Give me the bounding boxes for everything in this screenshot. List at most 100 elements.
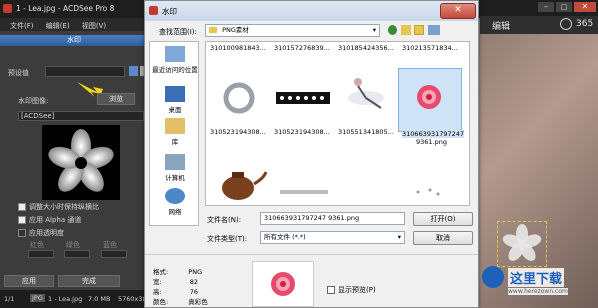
dialog-app-icon xyxy=(149,6,158,15)
file-item-label-selected[interactable]: 9361.png xyxy=(416,138,469,146)
file-thumb[interactable] xyxy=(336,68,394,120)
color-green-label: 绿色 xyxy=(66,241,80,249)
network-icon xyxy=(165,188,185,204)
place-recent[interactable]: 最近访问的位置 xyxy=(150,46,200,74)
blue-input[interactable] xyxy=(101,250,127,258)
filename-label: 文件名(N): xyxy=(207,216,242,224)
preset-select[interactable] xyxy=(45,66,125,77)
divider xyxy=(145,254,478,255)
globe-icon[interactable] xyxy=(560,18,572,30)
place-library[interactable]: 库 xyxy=(150,118,200,146)
open-button[interactable]: 打开(O) xyxy=(413,212,473,226)
file-item-label-selected[interactable]: 310663931797247 xyxy=(402,130,464,138)
library-icon xyxy=(165,118,185,134)
ring-icon xyxy=(223,82,255,114)
look-in-label: 查找范围(I): xyxy=(159,28,197,36)
flower-icon xyxy=(48,129,114,192)
file-item-label[interactable]: 310157276839... xyxy=(274,44,336,52)
filename-input[interactable]: 310663931797247 9361.png xyxy=(260,212,405,225)
file-thumb[interactable] xyxy=(212,154,270,205)
file-thumb[interactable] xyxy=(274,154,332,205)
save-preset-icon[interactable] xyxy=(129,66,138,76)
status-format: JPG xyxy=(30,294,45,302)
up-folder-icon[interactable] xyxy=(401,25,411,35)
new-folder-icon[interactable] xyxy=(414,25,424,35)
recent-icon xyxy=(165,46,185,62)
panel-header: 水印 xyxy=(0,35,148,46)
file-item-label[interactable]: 310100981843... xyxy=(210,44,272,52)
file-thumb[interactable] xyxy=(336,154,394,205)
desktop-icon xyxy=(165,86,185,102)
file-item-label[interactable]: 310551341805... xyxy=(338,128,400,136)
green-input[interactable] xyxy=(64,250,90,258)
menu-edit[interactable]: 编辑(E) xyxy=(46,21,70,31)
rose-icon xyxy=(271,272,295,296)
dialog-close-button[interactable]: ✕ xyxy=(440,3,476,19)
minimize-button[interactable]: – xyxy=(538,2,554,12)
file-thumb[interactable] xyxy=(212,68,270,120)
file-item-label[interactable]: 310185424356... xyxy=(338,44,400,52)
view-menu-icon[interactable] xyxy=(428,25,440,35)
dancer-icon xyxy=(348,78,384,109)
file-item-label[interactable]: 310213571834... xyxy=(402,44,464,52)
chevron-down-icon: ▾ xyxy=(397,233,401,241)
sparkle-icon xyxy=(416,188,440,196)
status-index: 1/1 xyxy=(4,295,15,303)
open-watermark-dialog: 水印 ✕ 查找范围(I): PNG素材 ▾ 最近访问的位置 桌面 库 计算机 网… xyxy=(144,0,479,308)
maximize-button[interactable]: □ xyxy=(556,2,572,12)
file-thumb[interactable] xyxy=(274,68,332,120)
option-keep-aspect[interactable]: 调整大小时保持纵横比 xyxy=(18,202,99,212)
flower-icon xyxy=(502,224,542,261)
look-in-select[interactable]: PNG素材 ▾ xyxy=(205,24,380,37)
status-filename: 1 - Lea.jpg xyxy=(48,295,83,303)
tab-365[interactable]: 365 xyxy=(576,19,593,29)
color-red-label: 红色 xyxy=(30,241,44,249)
show-preview-option[interactable]: 显示预览(P) xyxy=(327,285,376,295)
red-input[interactable] xyxy=(28,250,54,258)
apply-button[interactable]: 应用 xyxy=(4,275,54,287)
back-icon[interactable] xyxy=(388,25,397,35)
watermark-image-label: 水印图像: xyxy=(18,97,49,105)
status-dimensions: 5760x38 xyxy=(118,295,147,303)
lace-icon xyxy=(276,92,330,104)
watermark-selector[interactable]: [ACDSee] xyxy=(18,111,144,121)
close-button[interactable]: ✕ xyxy=(574,2,596,12)
chevron-down-icon: ▾ xyxy=(372,26,376,34)
menu-bar: 文件(F) 编辑(E) 视图(V) xyxy=(0,18,160,31)
filetype-select[interactable]: 所有文件 (*.*) ▾ xyxy=(260,231,405,244)
checkbox-icon[interactable] xyxy=(18,203,26,211)
dialog-titlebar: 水印 ✕ xyxy=(145,1,478,21)
color-blue-label: 蓝色 xyxy=(103,241,117,249)
file-item-label[interactable]: 310523194308... xyxy=(210,128,272,136)
computer-icon xyxy=(165,154,185,170)
browse-button[interactable]: 浏览 xyxy=(97,93,135,105)
option-alpha[interactable]: 应用 Alpha 通道 xyxy=(18,215,81,225)
tab-edit[interactable]: 编辑 xyxy=(492,19,510,32)
checkbox-icon[interactable] xyxy=(18,229,26,237)
logo-url: www.herezown.com xyxy=(508,288,568,295)
file-thumb-selected[interactable] xyxy=(398,68,462,132)
place-desktop[interactable]: 桌面 xyxy=(150,86,200,114)
checkbox-icon[interactable] xyxy=(327,286,335,294)
watermark-overlay[interactable] xyxy=(497,221,547,267)
app-title: 1 - Lea.jpg - ACDSee Pro 8 xyxy=(16,4,115,13)
file-list[interactable]: 310100981843... 310157276839... 31018542… xyxy=(205,41,470,206)
place-network[interactable]: 网络 xyxy=(150,188,200,216)
preset-label: 预设值 xyxy=(8,69,29,77)
filetype-label: 文件类型(T): xyxy=(207,235,248,243)
place-computer[interactable]: 计算机 xyxy=(150,154,200,182)
window-controls: – □ ✕ xyxy=(478,0,598,14)
dialog-title: 水印 xyxy=(162,7,177,16)
ribbon-icon xyxy=(280,190,328,194)
file-item-label[interactable]: 310523194308... xyxy=(274,128,336,136)
status-size: 7.0 MB xyxy=(88,295,111,303)
checkbox-icon[interactable] xyxy=(18,216,26,224)
option-transparency[interactable]: 应用透明度 xyxy=(18,228,64,238)
logo-mark-icon xyxy=(482,266,504,288)
site-logo: 这里下载 www.herezown.com xyxy=(478,262,598,308)
done-button[interactable]: 完成 xyxy=(58,275,120,287)
menu-file[interactable]: 文件(F) xyxy=(10,21,34,31)
cancel-button[interactable]: 取消 xyxy=(413,231,473,245)
menu-view[interactable]: 视图(V) xyxy=(82,21,106,31)
file-thumb[interactable] xyxy=(398,172,456,205)
